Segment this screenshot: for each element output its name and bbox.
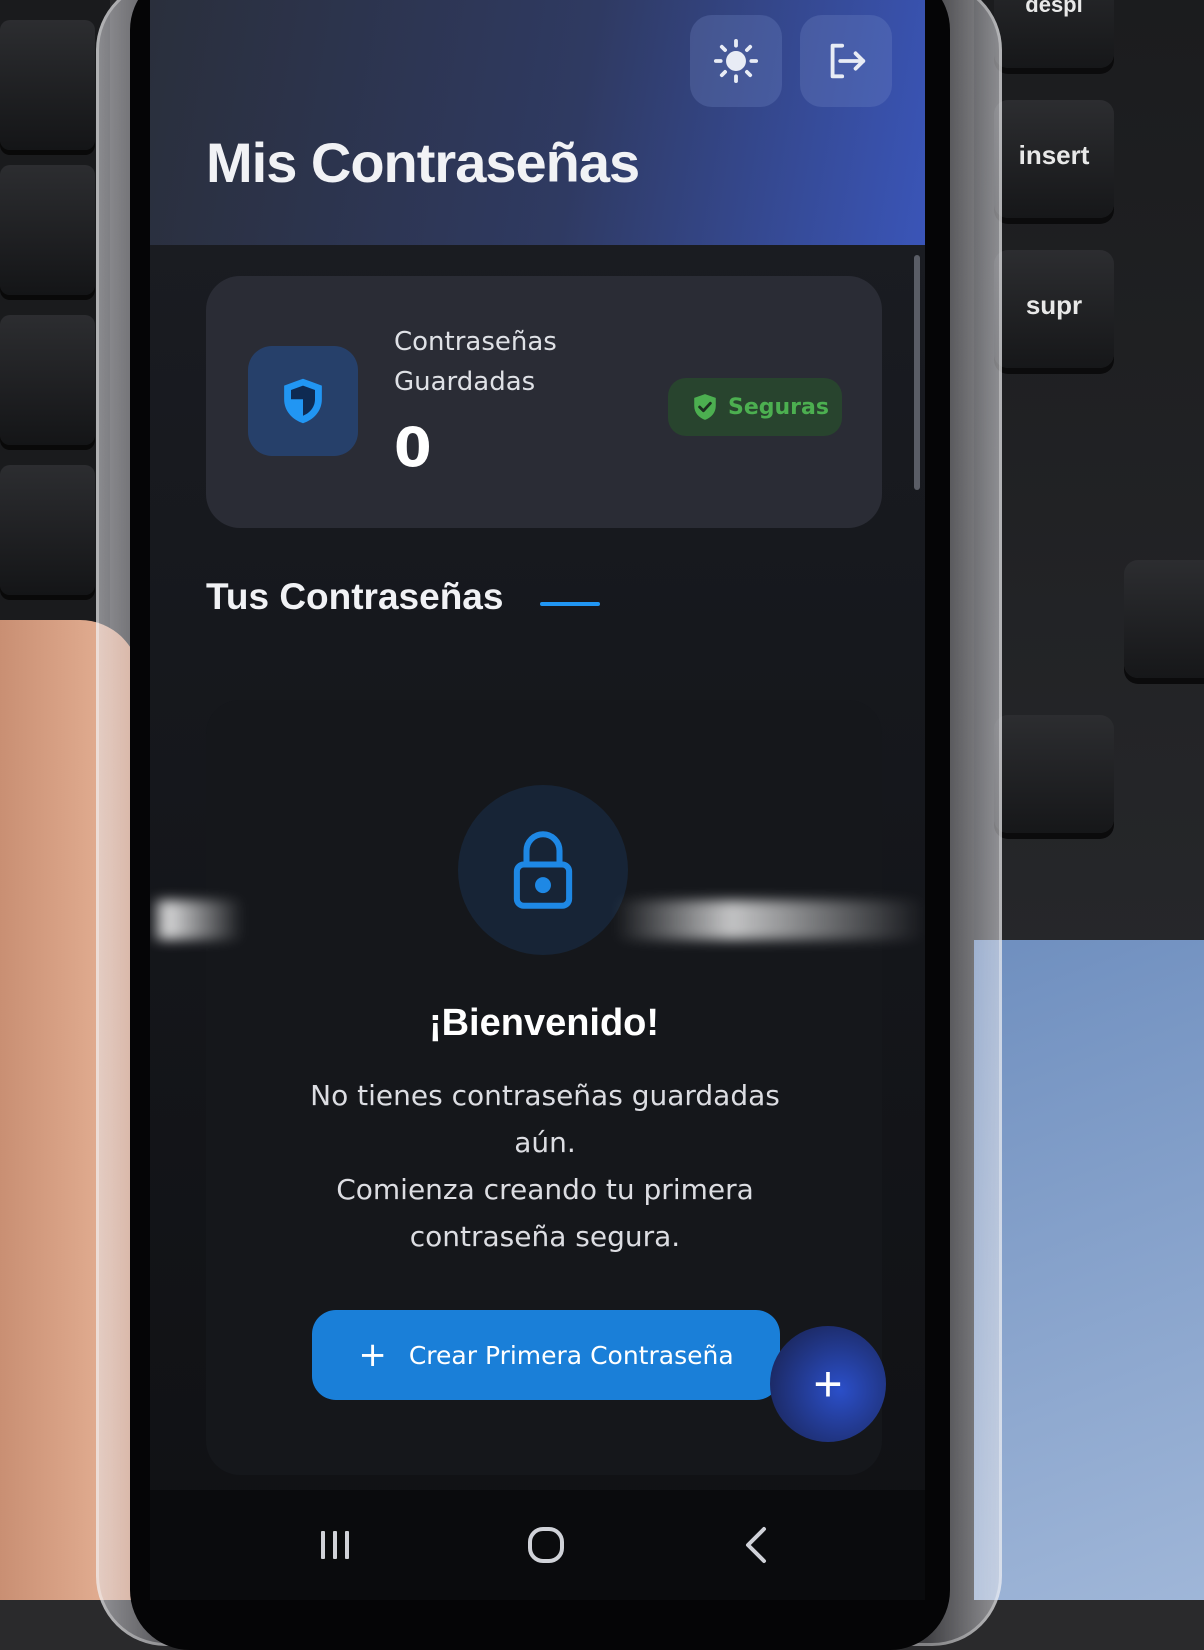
scrollbar[interactable]: [914, 255, 920, 490]
keyboard-key: [994, 715, 1114, 833]
section-title: Tus Contraseñas: [206, 576, 504, 617]
stats-count: 0: [394, 416, 432, 479]
shield-icon: [284, 378, 322, 424]
keyboard-key: [0, 465, 95, 595]
app-header: Mis Contraseñas: [150, 0, 925, 245]
recents-button[interactable]: [295, 1510, 375, 1580]
sun-icon: [713, 38, 759, 84]
create-first-password-label: Crear Primera Contraseña: [408, 1340, 734, 1370]
keyboard-key: insert: [994, 100, 1114, 218]
section-accent-line: [540, 602, 600, 606]
keyboard-key: supr: [994, 250, 1114, 368]
status-badge: Seguras: [668, 378, 842, 436]
logout-icon: [830, 43, 866, 79]
keyboard-left: [0, 0, 110, 640]
keyboard-key: [0, 315, 95, 445]
system-nav-bar: [150, 1490, 925, 1600]
stats-label: Contraseñas Guardadas: [394, 327, 557, 397]
keyboard-right: despl insert supr: [974, 0, 1204, 960]
status-badge-label: Seguras: [728, 394, 829, 420]
desk-surface: [974, 940, 1204, 1600]
theme-toggle-button[interactable]: [690, 15, 782, 107]
plus-icon: +: [358, 1335, 387, 1375]
page-title: Mis Contraseñas: [206, 131, 640, 194]
lock-icon: [513, 831, 573, 909]
back-icon: [746, 1527, 766, 1563]
lock-badge: [458, 785, 628, 955]
welcome-title: ¡Bienvenido!: [428, 1002, 660, 1044]
app-screen: Mis Contraseñas Contraseñas Guardadas 0 …: [150, 0, 925, 1600]
check-shield-icon: [694, 394, 716, 420]
logout-button[interactable]: [800, 15, 892, 107]
home-button[interactable]: [506, 1510, 586, 1580]
add-password-fab[interactable]: +: [770, 1326, 886, 1442]
home-icon: [528, 1527, 564, 1563]
shield-badge: [248, 346, 358, 456]
back-button[interactable]: [716, 1510, 796, 1580]
keyboard-key: [1124, 560, 1204, 678]
keyboard-key: [0, 165, 95, 295]
keyboard-key: [0, 20, 95, 150]
keyboard-key: despl: [994, 0, 1114, 68]
create-first-password-button[interactable]: + Crear Primera Contraseña: [312, 1310, 780, 1400]
welcome-message: No tienes contraseñas guardadas aún. Com…: [310, 1079, 780, 1253]
stats-card: Contraseñas Guardadas 0 Seguras: [206, 276, 882, 528]
recents-icon: [321, 1531, 349, 1559]
